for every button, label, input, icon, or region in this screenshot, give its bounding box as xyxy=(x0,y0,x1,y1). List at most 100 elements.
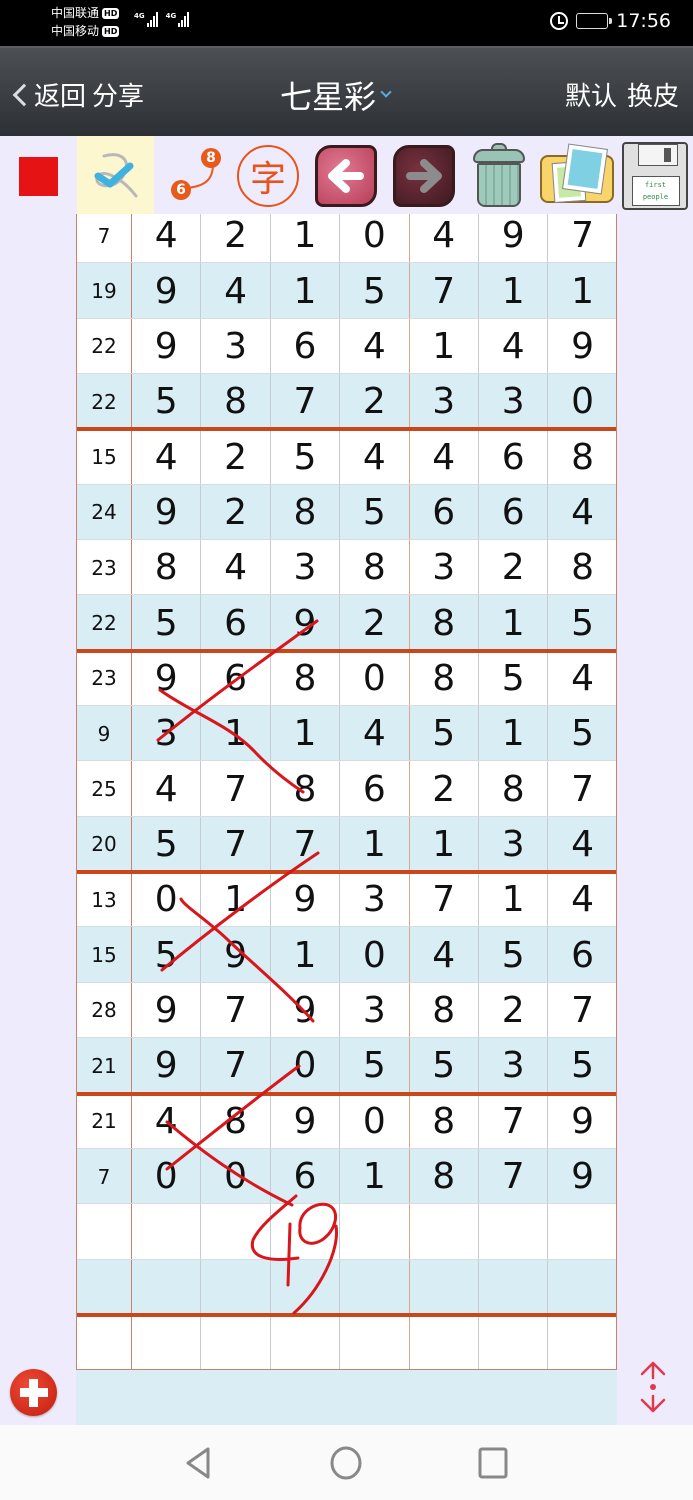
digit-cell: 9 xyxy=(132,650,202,707)
text-tool[interactable]: 字 xyxy=(232,136,304,215)
digit-cell xyxy=(410,1314,479,1369)
digit-cell: 9 xyxy=(271,1093,341,1149)
table-row: 23 8 4 3 8 3 2 8 xyxy=(77,540,616,596)
undo-button[interactable] xyxy=(312,136,380,215)
digit-cell: 2 xyxy=(340,595,410,651)
digit-cell xyxy=(548,1260,616,1315)
digit-cell: 4 xyxy=(201,263,271,319)
digit-cell: 5 xyxy=(132,816,202,873)
digit-cell: 9 xyxy=(132,263,202,319)
digit-cell: 1 xyxy=(479,872,549,928)
digit-cell: 3 xyxy=(132,706,202,762)
digit-cell: 8 xyxy=(548,540,616,595)
table-grid: 7 4 2 1 0 4 9 7 19 9 4 1 5 7 1 1 22 9 3 6 4 1 4 9 22 5 8 7 2 3 3 0 15 4 2 5… xyxy=(77,214,616,1369)
digit-cell: 6 xyxy=(201,650,271,707)
pen-color-swatch[interactable] xyxy=(19,157,58,196)
digit-cell: 3 xyxy=(479,816,549,873)
nav-home-icon[interactable] xyxy=(326,1445,366,1481)
digit-cell: 8 xyxy=(410,1093,479,1149)
carrier-2-name: 中国移动 xyxy=(51,24,100,38)
badge-b: 8 xyxy=(201,147,221,168)
digit-cell: 0 xyxy=(340,650,410,707)
digit-cell xyxy=(479,1314,549,1369)
add-circle-icon[interactable] xyxy=(10,1369,57,1416)
digit-cell: 2 xyxy=(479,540,549,596)
digit-cell: 5 xyxy=(479,650,549,707)
system-nav-bar xyxy=(0,1425,693,1500)
digit-cell: 4 xyxy=(548,651,616,706)
draw-history-table[interactable]: 7 4 2 1 0 4 9 7 19 9 4 1 5 7 1 1 22 9 3 6 4 1 4 9 22 5 8 7 2 3 3 0 15 4 2 5… xyxy=(76,214,617,1370)
redo-button[interactable] xyxy=(390,136,458,215)
sum-cell: 21 xyxy=(77,1093,132,1149)
table-row xyxy=(77,1259,616,1318)
clear-button[interactable] xyxy=(460,136,538,215)
digit-cell: 4 xyxy=(340,318,410,375)
page-title: 七星彩 xyxy=(280,78,377,116)
table-row: 70061879 xyxy=(77,1148,616,1205)
nav-recents-icon[interactable] xyxy=(474,1445,514,1481)
nav-back-icon[interactable] xyxy=(180,1445,220,1481)
sum-cell xyxy=(77,1314,132,1369)
save-button[interactable]: first people xyxy=(616,136,693,215)
sum-cell xyxy=(77,1259,132,1315)
digit-cell: 5 xyxy=(132,595,202,651)
digit-cell: 8 xyxy=(271,761,341,817)
image-button[interactable] xyxy=(538,136,616,215)
table-row: 22 5 8 7 2 3 3 0 xyxy=(77,374,616,432)
hd-icon: HD xyxy=(102,25,120,37)
digit-cell: 7 xyxy=(410,872,479,928)
table-row: 19 9 4 1 5 7 1 1 xyxy=(77,263,616,319)
table-row: 74210497 xyxy=(77,214,616,264)
lottery-type-selector[interactable]: 七星彩 xyxy=(280,72,392,118)
sum-cell: 23 xyxy=(77,650,132,707)
digit-cell xyxy=(410,1204,479,1260)
point-link-tool[interactable]: 8 6 xyxy=(158,136,228,215)
digit-cell xyxy=(479,1259,549,1315)
digit-cell: 3 xyxy=(410,540,479,596)
digit-cell: 0 xyxy=(548,374,616,429)
digit-cell: 2 xyxy=(201,214,271,264)
table-row: 22 5 6 9 2 8 1 5 xyxy=(77,595,616,654)
digit-cell: 5 xyxy=(132,374,202,430)
digit-cell: 3 xyxy=(479,1038,549,1094)
carrier-1: 中国联通 HD xyxy=(51,4,120,22)
badge-a: 6 xyxy=(171,179,191,200)
digit-cell: 2 xyxy=(201,429,271,485)
digit-cell: 7 xyxy=(548,983,616,1038)
digit-cell: 2 xyxy=(410,761,479,817)
scroll-up-down-icon[interactable] xyxy=(636,1360,670,1416)
pen-tool[interactable] xyxy=(77,136,154,215)
digit-cell: 7 xyxy=(548,761,616,816)
arrow-left-icon xyxy=(315,144,377,207)
digit-cell: 9 xyxy=(271,595,341,651)
digit-cell: 4 xyxy=(410,429,479,485)
clock-time: 17:56 xyxy=(616,10,671,32)
digit-cell: 4 xyxy=(410,214,479,264)
digit-cell: 6 xyxy=(340,761,410,817)
back-label: 返回 xyxy=(34,82,87,112)
default-button[interactable]: 默认 xyxy=(565,76,617,113)
digit-cell: 7 xyxy=(201,1038,271,1094)
sum-cell: 7 xyxy=(77,1148,132,1205)
digit-cell: 8 xyxy=(271,484,341,541)
digit-cell: 5 xyxy=(410,706,479,762)
digit-cell: 5 xyxy=(340,263,410,319)
digit-cell xyxy=(201,1314,271,1369)
digit-cell: 5 xyxy=(548,595,616,650)
digit-cell xyxy=(132,1204,202,1260)
digit-cell: 5 xyxy=(340,1038,410,1094)
digit-cell: 4 xyxy=(548,872,616,927)
digit-cell: 5 xyxy=(479,927,549,983)
carrier-1-name: 中国联通 xyxy=(51,6,100,20)
digit-cell xyxy=(271,1204,341,1260)
sum-cell: 15 xyxy=(77,429,132,485)
digit-cell: 4 xyxy=(132,429,202,485)
digit-cell: 8 xyxy=(201,1093,271,1149)
back-button[interactable]: 返回 xyxy=(8,76,86,113)
digit-cell: 8 xyxy=(340,540,410,596)
digit-cell: 7 xyxy=(201,761,271,817)
share-button[interactable]: 分享 xyxy=(92,76,144,113)
digit-cell: 5 xyxy=(410,1038,479,1094)
change-skin-button[interactable]: 换皮 xyxy=(627,76,679,113)
digit-cell: 6 xyxy=(271,1148,341,1205)
